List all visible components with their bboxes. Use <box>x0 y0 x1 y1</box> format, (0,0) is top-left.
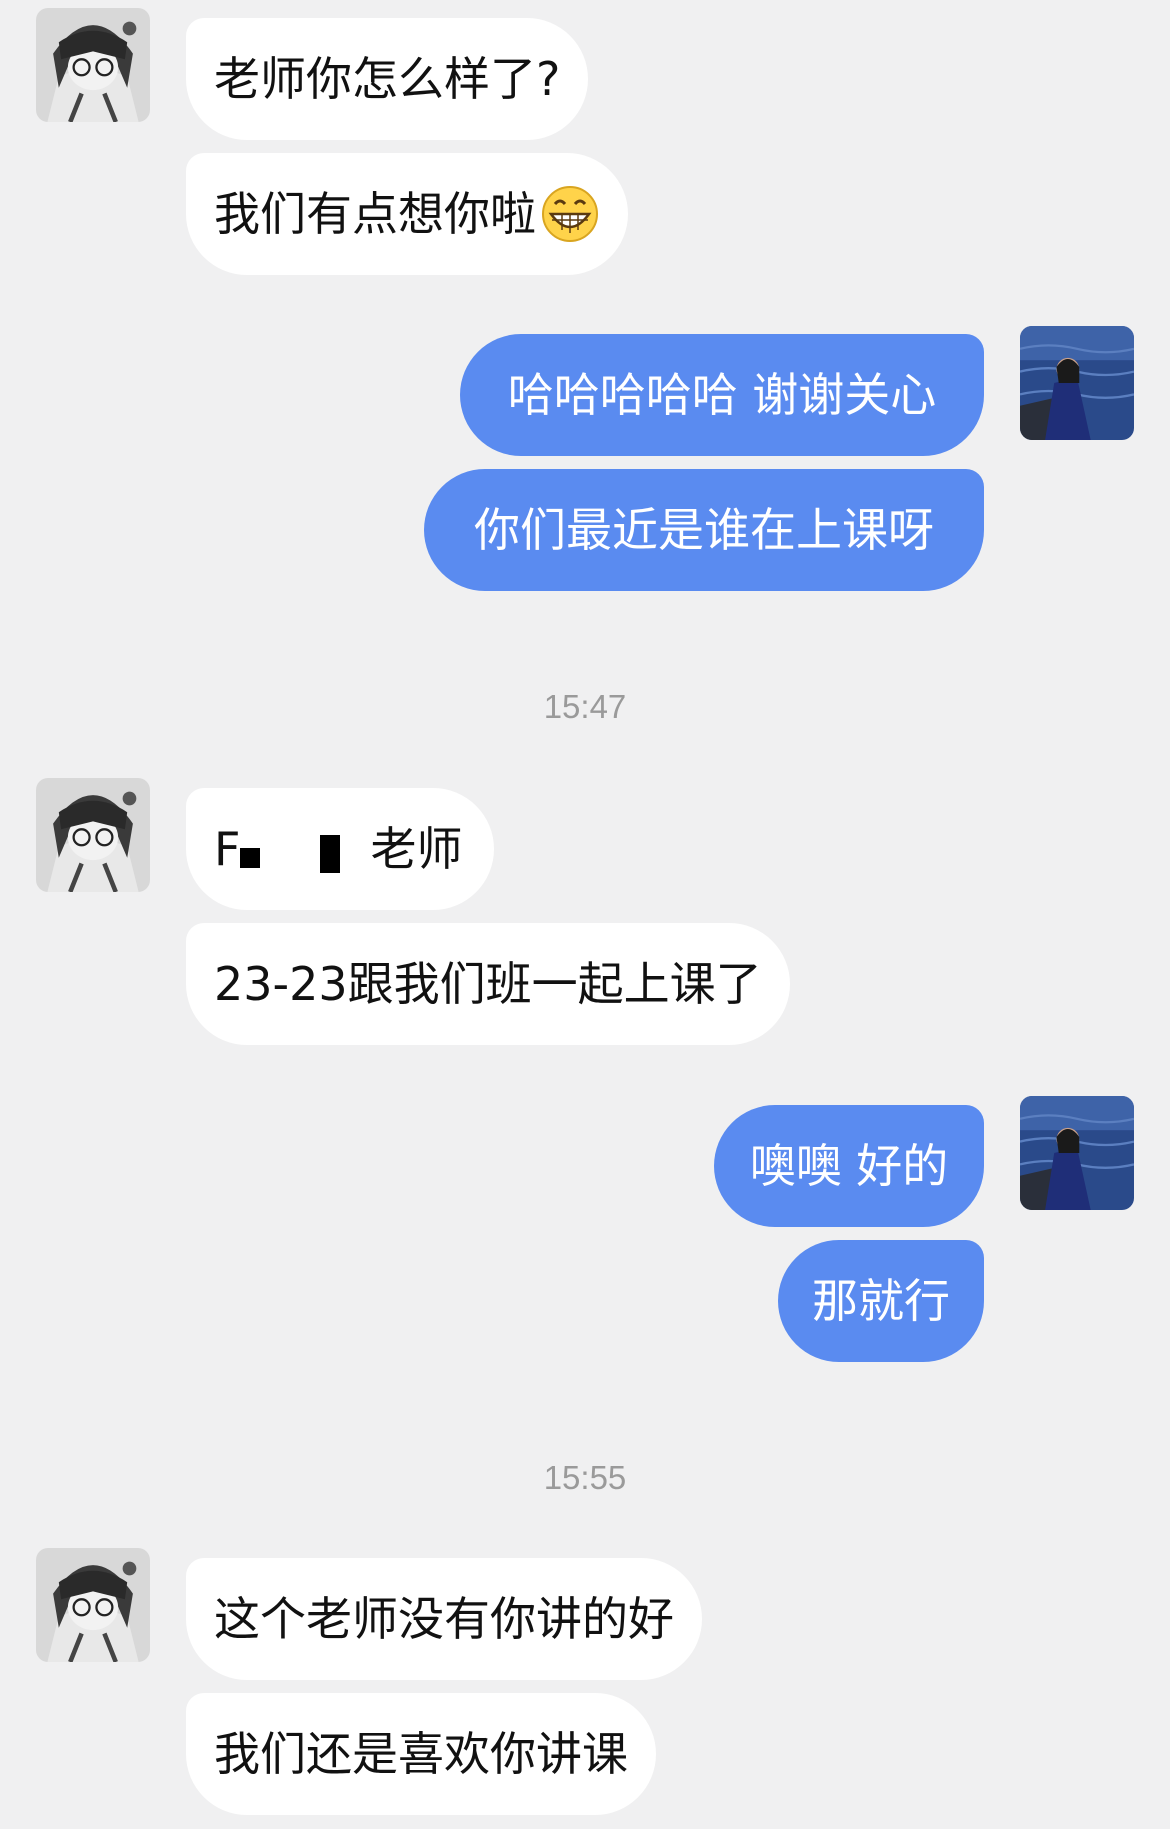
anime-avatar-icon <box>36 8 150 122</box>
photo-avatar-icon <box>1020 1096 1134 1210</box>
incoming-message[interactable]: 我们有点想你啦 <box>186 153 628 275</box>
message-text: 这个老师没有你讲的好 <box>214 1592 674 1646</box>
message-text-start: F <box>214 822 241 876</box>
message-text: 老师你怎么样了? <box>214 52 561 106</box>
redaction-block <box>240 848 261 868</box>
my-avatar[interactable] <box>1020 1096 1134 1210</box>
photo-avatar-icon <box>1020 326 1134 440</box>
outgoing-message[interactable]: 你们最近是谁在上课呀 <box>424 469 984 591</box>
redaction-block <box>320 835 341 873</box>
incoming-message[interactable]: 23-23跟我们班一起上课了 <box>186 923 790 1045</box>
timestamp: 15:55 <box>543 1459 627 1496</box>
grinning-face-icon <box>542 186 598 242</box>
my-avatar[interactable] <box>1020 326 1134 440</box>
incoming-message[interactable]: 这个老师没有你讲的好 <box>186 1558 702 1680</box>
message-text: 你们最近是谁在上课呀 <box>474 503 934 557</box>
message-text-end: 老师 <box>370 822 463 876</box>
outgoing-message[interactable]: 哈哈哈哈哈 谢谢关心 <box>460 334 984 456</box>
contact-avatar[interactable] <box>36 8 150 122</box>
contact-avatar[interactable] <box>36 778 150 892</box>
anime-avatar-icon <box>36 1548 150 1662</box>
outgoing-message[interactable]: 那就行 <box>778 1240 984 1362</box>
timestamp: 15:47 <box>543 688 627 725</box>
anime-avatar-icon <box>36 778 150 892</box>
incoming-message[interactable]: 我们还是喜欢你讲课 <box>186 1693 656 1815</box>
outgoing-message[interactable]: 噢噢 好的 <box>714 1105 984 1227</box>
contact-avatar[interactable] <box>36 1548 150 1662</box>
message-text: 23-23跟我们班一起上课了 <box>214 957 762 1011</box>
message-text: 我们还是喜欢你讲课 <box>214 1727 628 1781</box>
message-text: 那就行 <box>812 1274 950 1328</box>
message-text: 我们有点想你啦 <box>214 187 536 241</box>
incoming-message[interactable]: F 老师 <box>186 788 494 910</box>
message-text: 噢噢 好的 <box>749 1139 949 1193</box>
message-text: 哈哈哈哈哈 谢谢关心 <box>507 368 937 422</box>
incoming-message[interactable]: 老师你怎么样了? <box>186 18 589 140</box>
